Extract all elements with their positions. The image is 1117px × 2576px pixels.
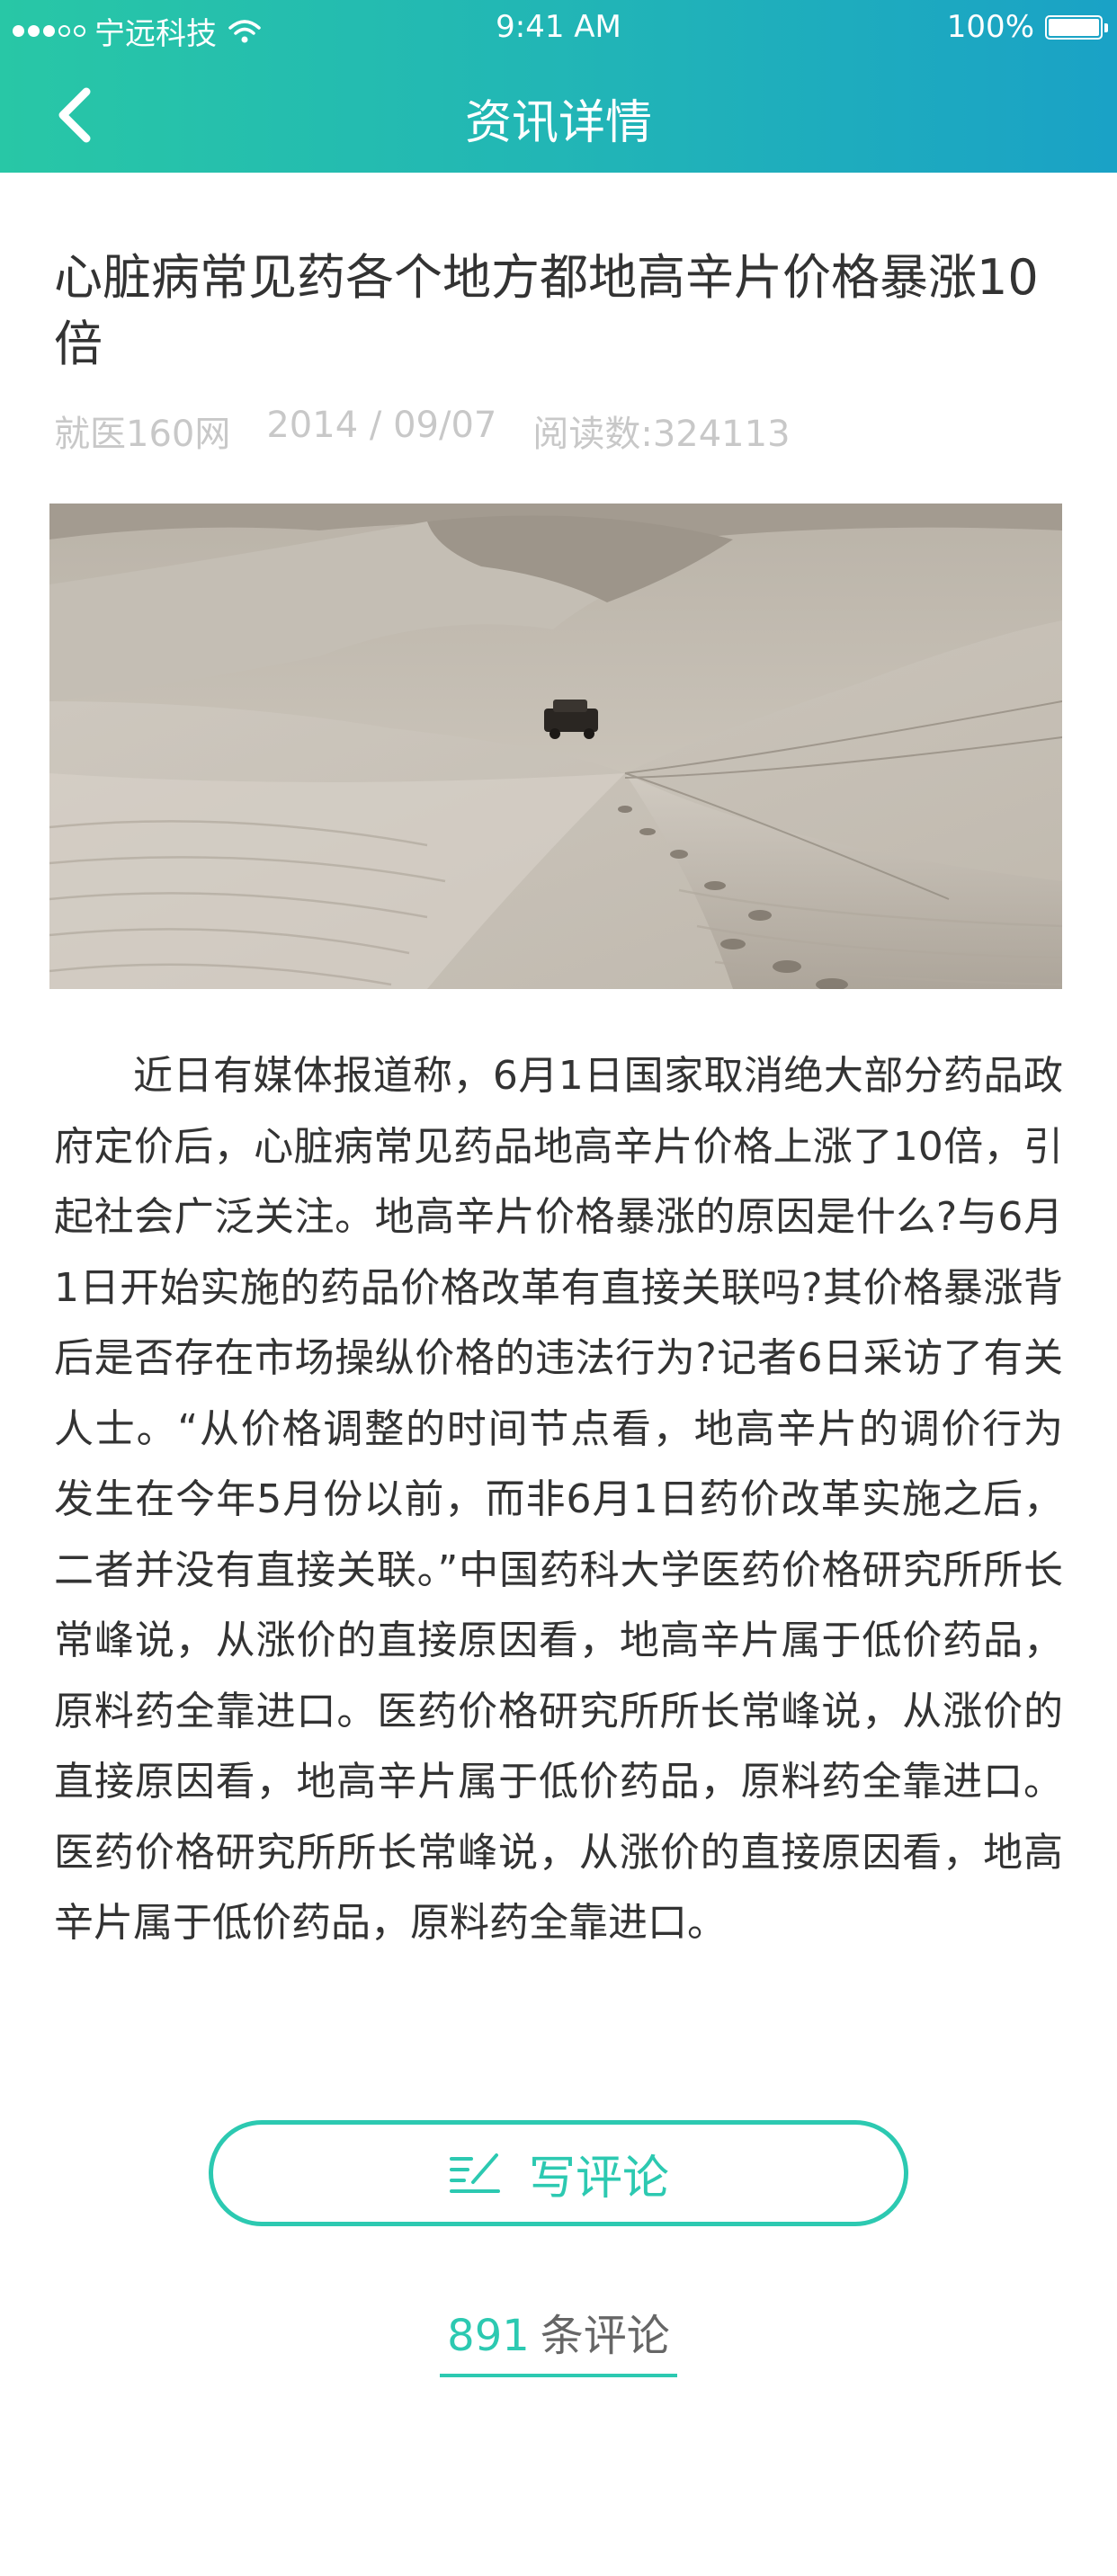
article-image: [49, 504, 1062, 989]
status-right: 100%: [946, 9, 1108, 45]
article-meta: 就医160网 2014 / 09/07 阅读数:324113: [54, 405, 1063, 457]
article-source: 就医160网: [54, 414, 231, 455]
edit-lines-icon: [449, 2153, 500, 2193]
write-comment-button[interactable]: 写评论: [209, 2120, 908, 2226]
comment-count-area: 891 条评论: [0, 2300, 1117, 2377]
nav-bar: 资讯详情: [0, 58, 1117, 173]
battery-percent: 100%: [946, 9, 1034, 45]
status-bar: 宁远科技 9:41 AM 100%: [0, 0, 1117, 58]
article-body: 近日有媒体报道称，6月1日国家取消绝大部分药品政府定价后，心脏病常见药品地高辛片…: [54, 1053, 1063, 1946]
comment-count: 891: [447, 2311, 530, 2361]
write-comment-label: 写评论: [528, 2151, 669, 2206]
header: 宁远科技 9:41 AM 100% 资讯详情: [0, 0, 1117, 173]
article-reads: 阅读数:324113: [532, 414, 791, 455]
comment-count-label: 条评论: [540, 2311, 670, 2361]
article-title: 心脏病常见药各个地方都地高辛片价格暴涨10倍: [54, 249, 1039, 372]
page-title: 资讯详情: [464, 96, 652, 150]
article-header: 心脏病常见药各个地方都地高辛片价格暴涨10倍 就医160网 2014 / 09/…: [54, 245, 1063, 457]
comment-count-link[interactable]: 891 条评论: [440, 2300, 677, 2377]
battery-icon: [1045, 14, 1108, 40]
article-date: 2014 / 09/07: [266, 405, 497, 446]
